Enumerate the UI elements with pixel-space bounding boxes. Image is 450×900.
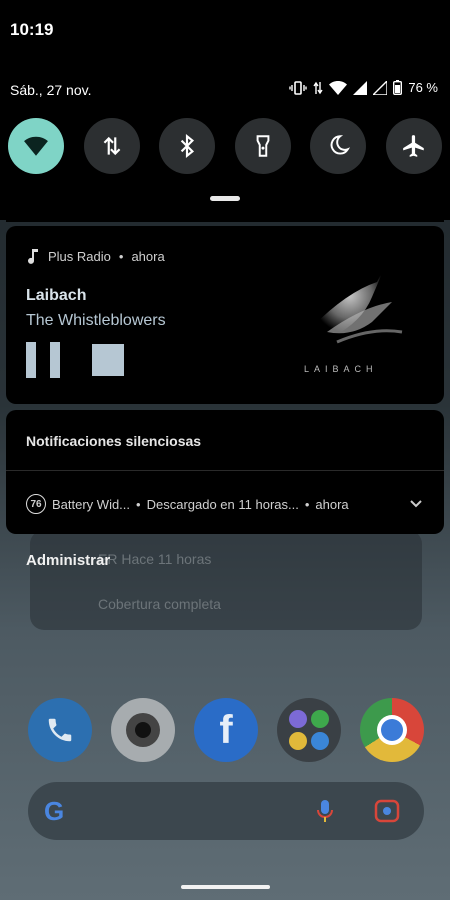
phone-app-icon[interactable] [28,698,92,762]
media-time: ahora [131,248,165,264]
shade-drag-handle[interactable] [210,196,240,201]
notification-shade-edge [6,208,444,222]
background-widget [30,530,422,630]
data-arrows-icon [313,81,323,94]
expand-chevron-icon[interactable] [410,496,422,511]
music-note-icon [28,249,38,264]
cell-signal-2-icon [373,80,388,95]
wifi-signal-icon [329,80,348,95]
chrome-app-icon[interactable] [360,698,424,762]
pause-button[interactable] [26,342,60,378]
moon-icon [331,135,351,155]
shade-date[interactable]: Sáb., 27 nov. [10,82,91,98]
airplane-icon [403,135,424,157]
quick-settings [8,118,442,174]
flashlight-icon [256,135,270,157]
airplane-mode-tile[interactable] [385,118,442,174]
notification-app-name: Battery Wid... [52,496,131,512]
background-widget-coverage: Cobertura completa [98,596,221,612]
battery-badge-icon: 76 [26,494,46,514]
battery-icon [393,80,403,95]
battery-percent: 76 % [408,80,438,95]
dock: f [28,698,424,762]
lens-icon[interactable] [374,799,400,823]
vibrate-icon [289,80,308,95]
notification-separator-2: • [304,496,310,512]
mobile-data-tile[interactable] [83,118,140,174]
battery-widget-notification[interactable]: 76 Battery Wid... • Descargado en 11 hor… [26,494,349,514]
notification-separator-1: • [136,496,141,512]
media-app-header: Plus Radio • ahora [26,248,165,264]
cell-signal-icon [353,80,368,95]
media-app-name: Plus Radio [48,248,111,264]
navigation-handle[interactable] [181,885,270,889]
section-divider [6,470,444,471]
system-icons: 76 % [289,80,438,95]
search-bar[interactable]: G [28,782,424,840]
folder-app-icon[interactable] [277,698,341,762]
media-track-artist: The Whistleblowers [26,312,166,329]
wifi-icon [24,136,48,156]
flashlight-tile[interactable] [234,118,291,174]
notification-shade [0,0,450,220]
silent-notifications-card [6,410,444,534]
notification-time: ahora [315,496,349,512]
album-art-text: LAIBACH [304,364,378,374]
data-transfer-icon [103,136,120,156]
status-time: 10:19 [10,20,54,39]
media-separator: • [118,248,124,264]
facebook-app-icon[interactable]: f [194,698,258,762]
silent-section-header: Notificaciones silenciosas [26,433,202,449]
manage-button[interactable]: Administrar [26,552,110,569]
album-art-graphic [312,262,403,344]
wifi-tile[interactable] [8,118,64,174]
album-art: LAIBACH [292,252,422,382]
background-widget-text: ER Hace 11 horas [98,551,212,567]
night-mode-tile[interactable] [310,118,367,174]
bluetooth-tile[interactable] [159,118,216,174]
google-icon: G [44,796,65,826]
microphone-icon[interactable] [316,799,334,823]
bluetooth-icon [181,133,195,159]
camera-app-icon[interactable] [111,698,175,762]
media-track-title: Laibach [26,287,87,304]
notification-text: Descargado en 11 horas... [146,496,299,512]
stop-button[interactable] [92,344,124,376]
